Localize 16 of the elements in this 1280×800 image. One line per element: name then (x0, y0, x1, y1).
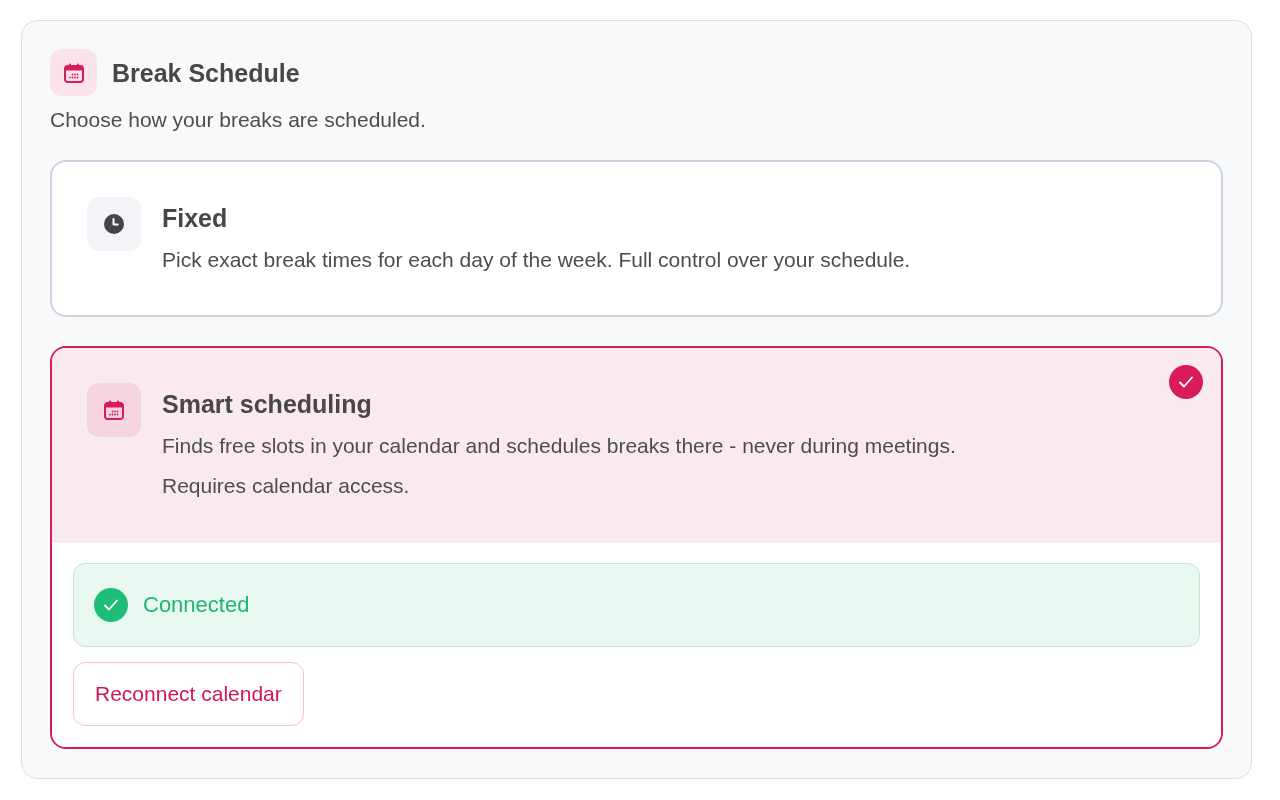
option-description: Finds free slots in your calendar and schedules breaks there - never during meetings. (162, 433, 956, 459)
option-title: Fixed (162, 203, 229, 234)
option-description: Pick exact break times for each day of the week. Full control over your schedule. (162, 247, 911, 273)
section-title: Break Schedule (112, 57, 300, 89)
check-badge-icon (1169, 365, 1203, 399)
calendar-icon (50, 49, 97, 96)
clock-icon (87, 197, 141, 251)
check-circle-icon (94, 588, 128, 622)
calendar-icon (87, 383, 141, 437)
reconnect-button[interactable]: Reconnect calendar (73, 662, 304, 726)
section-subtitle: Choose how your breaks are scheduled. (50, 107, 427, 133)
option-title: Smart scheduling (162, 389, 373, 420)
option-description: Requires calendar access. (162, 473, 411, 499)
option-card[interactable]: Smart scheduling Finds free slots in your calendar and schedules breaks there - never during meetings. Requires calendar access. Connected Reconnect calendar (50, 346, 1223, 749)
option-card[interactable]: Fixed Pick exact break times for each day of the week. Full control over your schedule. (50, 160, 1223, 317)
status-text: Connected (143, 591, 250, 619)
